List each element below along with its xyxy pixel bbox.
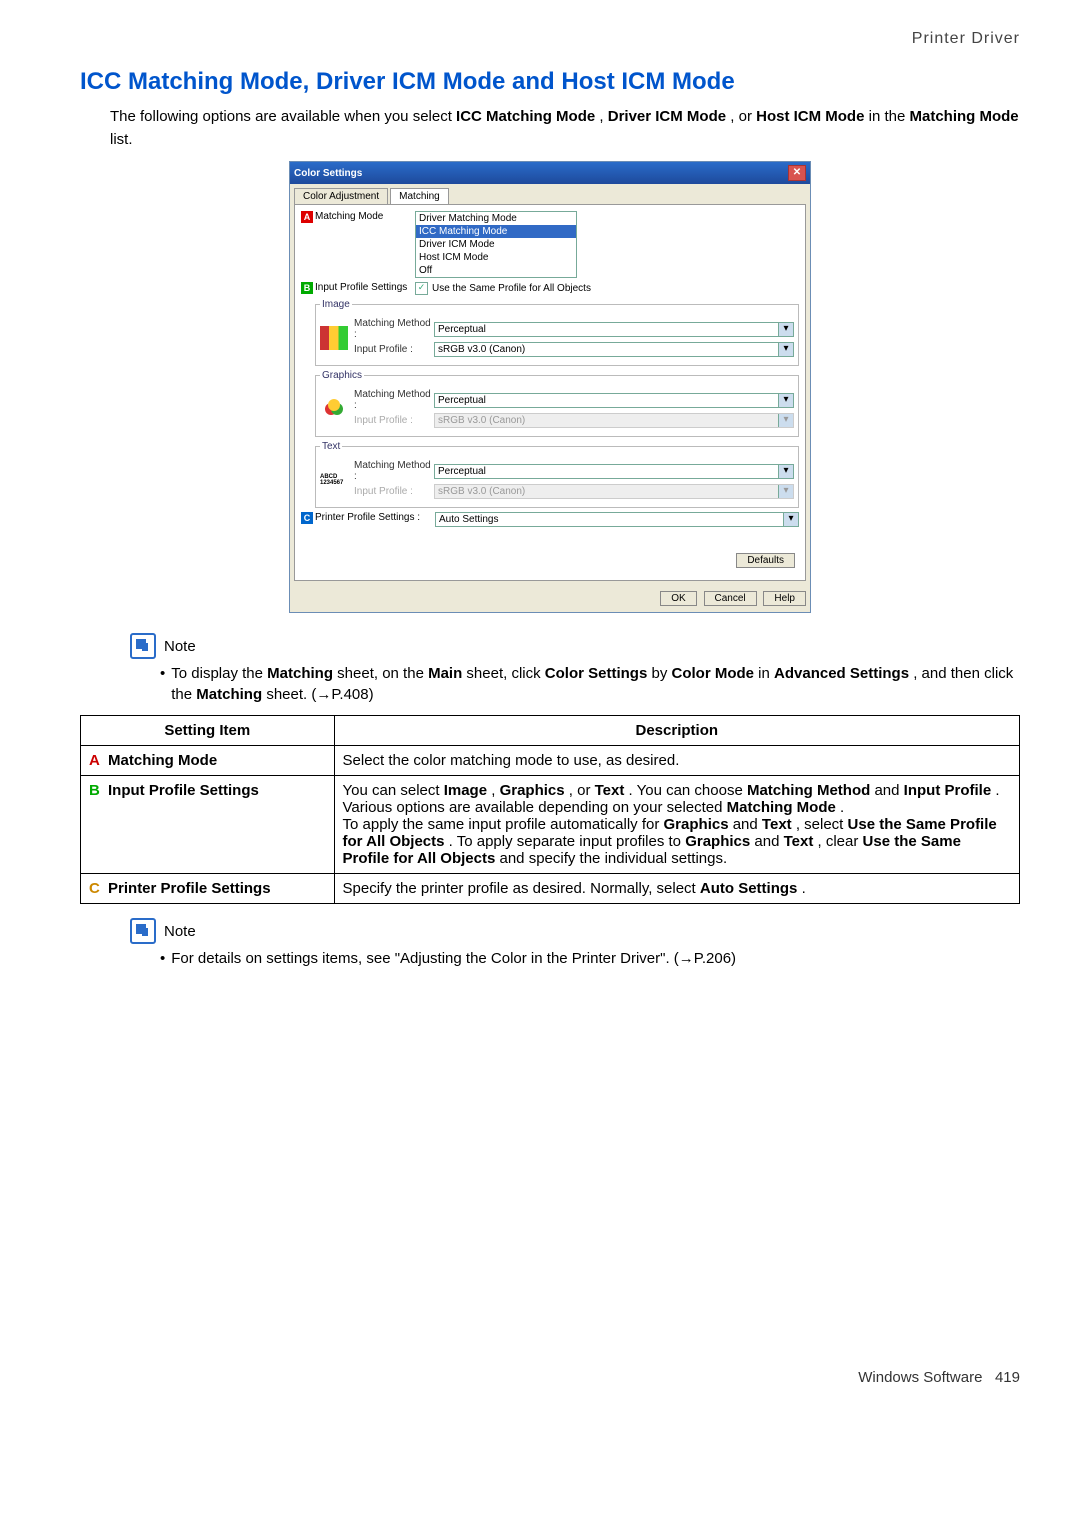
text-thumb-icon: ABCD 1234567 [320,468,348,492]
note-text: For details on settings items, see "Adju… [171,948,736,969]
chevron-down-icon[interactable]: ▾ [778,343,793,356]
row-name: Matching Mode [108,752,217,769]
graphics-matching-method-combo[interactable]: Perceptual▾ [434,393,794,408]
input-profile-settings-label: Input Profile Settings [315,282,415,293]
dialog-title: Color Settings [294,168,362,179]
intro-paragraph: The following options are available when… [110,106,1020,151]
text-matching-method-label: Matching Method : [354,460,434,482]
ok-button[interactable]: OK [660,591,696,606]
group-graphics: Graphics Matching Method : Perceptual▾ I… [315,370,799,437]
table-row: A Matching Mode Select the color matchin… [81,746,1020,776]
note-block-1: Note • To display the Matching sheet, on… [130,633,1020,705]
graphics-input-profile-combo: sRGB v3.0 (Canon)▾ [434,413,794,428]
footer-page-number: 419 [995,1369,1020,1386]
dialog-panel: A Matching Mode Driver Matching Mode ICC… [294,204,806,581]
row-letter-b: B [89,782,100,799]
row-letter-a: A [89,752,100,769]
intro-bold: Driver ICM Mode [608,108,726,125]
row-desc: Specify the printer profile as desired. … [334,874,1019,904]
intro-text: in the [869,108,910,125]
table-row: B Input Profile Settings You can select … [81,776,1020,874]
list-item[interactable]: ICC Matching Mode [416,225,576,238]
image-matching-method-label: Matching Method : [354,318,434,340]
image-input-profile-label: Input Profile : [354,344,434,355]
dialog-tabs: Color Adjustment Matching [290,184,810,204]
chevron-down-icon: ▾ [778,485,793,498]
note-icon [130,633,156,659]
bullet-icon: • [160,948,165,969]
chevron-down-icon: ▾ [778,414,793,427]
same-profile-checkbox[interactable]: ✓ [415,282,428,295]
group-graphics-legend: Graphics [320,370,364,381]
list-item[interactable]: Off [416,264,576,277]
group-text-legend: Text [320,441,342,452]
row-name: Input Profile Settings [108,782,259,799]
printer-profile-settings-label: Printer Profile Settings : [315,512,435,523]
intro-bold: Matching Mode [909,108,1018,125]
intro-bold: Host ICM Mode [756,108,864,125]
image-thumb-icon [320,326,348,350]
graphics-matching-method-label: Matching Method : [354,389,434,411]
row-desc: Select the color matching mode to use, a… [334,746,1019,776]
th-description: Description [334,716,1019,746]
intro-text: , or [730,108,756,125]
graphics-thumb-icon [320,397,348,421]
bullet-icon: • [160,663,165,705]
note-text: To display the Matching sheet, on the Ma… [171,663,1020,705]
intro-bold: ICC Matching Mode [456,108,595,125]
note-label: Note [164,638,196,655]
color-settings-dialog: Color Settings ✕ Color Adjustment Matchi… [289,161,811,613]
settings-table: Setting Item Description A Matching Mode… [80,715,1020,904]
table-row: C Printer Profile Settings Specify the p… [81,874,1020,904]
intro-text: The following options are available when… [110,108,456,125]
row-desc: You can select Image , Graphics , or Tex… [334,776,1019,874]
tab-color-adjustment[interactable]: Color Adjustment [294,188,388,204]
close-icon[interactable]: ✕ [788,165,806,181]
chevron-down-icon[interactable]: ▾ [778,394,793,407]
same-profile-label: Use the Same Profile for All Objects [432,283,591,294]
matching-mode-listbox[interactable]: Driver Matching Mode ICC Matching Mode D… [415,211,577,278]
th-setting-item: Setting Item [81,716,335,746]
chevron-down-icon[interactable]: ▾ [783,513,798,526]
text-matching-method-combo[interactable]: Perceptual▾ [434,464,794,479]
chevron-down-icon[interactable]: ▾ [778,323,793,336]
group-image: Image Matching Method : Perceptual▾ Inpu… [315,299,799,366]
matching-mode-label: Matching Mode [315,211,415,222]
text-input-profile-combo: sRGB v3.0 (Canon)▾ [434,484,794,499]
section-title: ICC Matching Mode, Driver ICM Mode and H… [80,68,1020,96]
row-letter-c: C [89,880,100,897]
marker-c-icon: C [301,512,313,524]
list-item[interactable]: Driver ICM Mode [416,238,576,251]
intro-text: , [599,108,607,125]
text-input-profile-label: Input Profile : [354,486,434,497]
marker-a-icon: A [301,211,313,223]
chevron-down-icon[interactable]: ▾ [778,465,793,478]
intro-text: list. [110,131,133,148]
page-footer: Windows Software 419 [80,1369,1020,1386]
image-input-profile-combo[interactable]: sRGB v3.0 (Canon)▾ [434,342,794,357]
group-image-legend: Image [320,299,352,310]
help-button[interactable]: Help [763,591,806,606]
note-label: Note [164,923,196,940]
table-header-row: Setting Item Description [81,716,1020,746]
image-matching-method-combo[interactable]: Perceptual▾ [434,322,794,337]
printer-profile-combo[interactable]: Auto Settings▾ [435,512,799,527]
note-block-2: Note • For details on settings items, se… [130,918,1020,969]
cancel-button[interactable]: Cancel [704,591,757,606]
marker-b-icon: B [301,282,313,294]
list-item[interactable]: Host ICM Mode [416,251,576,264]
group-text: Text ABCD 1234567 Matching Method : Perc… [315,441,799,508]
tab-matching[interactable]: Matching [390,188,449,204]
note-icon [130,918,156,944]
graphics-input-profile-label: Input Profile : [354,415,434,426]
defaults-button[interactable]: Defaults [736,553,795,568]
list-item[interactable]: Driver Matching Mode [416,212,576,225]
row-name: Printer Profile Settings [108,880,271,897]
header-right: Printer Driver [80,30,1020,48]
dialog-titlebar: Color Settings ✕ [290,162,810,184]
footer-section: Windows Software [858,1369,982,1386]
